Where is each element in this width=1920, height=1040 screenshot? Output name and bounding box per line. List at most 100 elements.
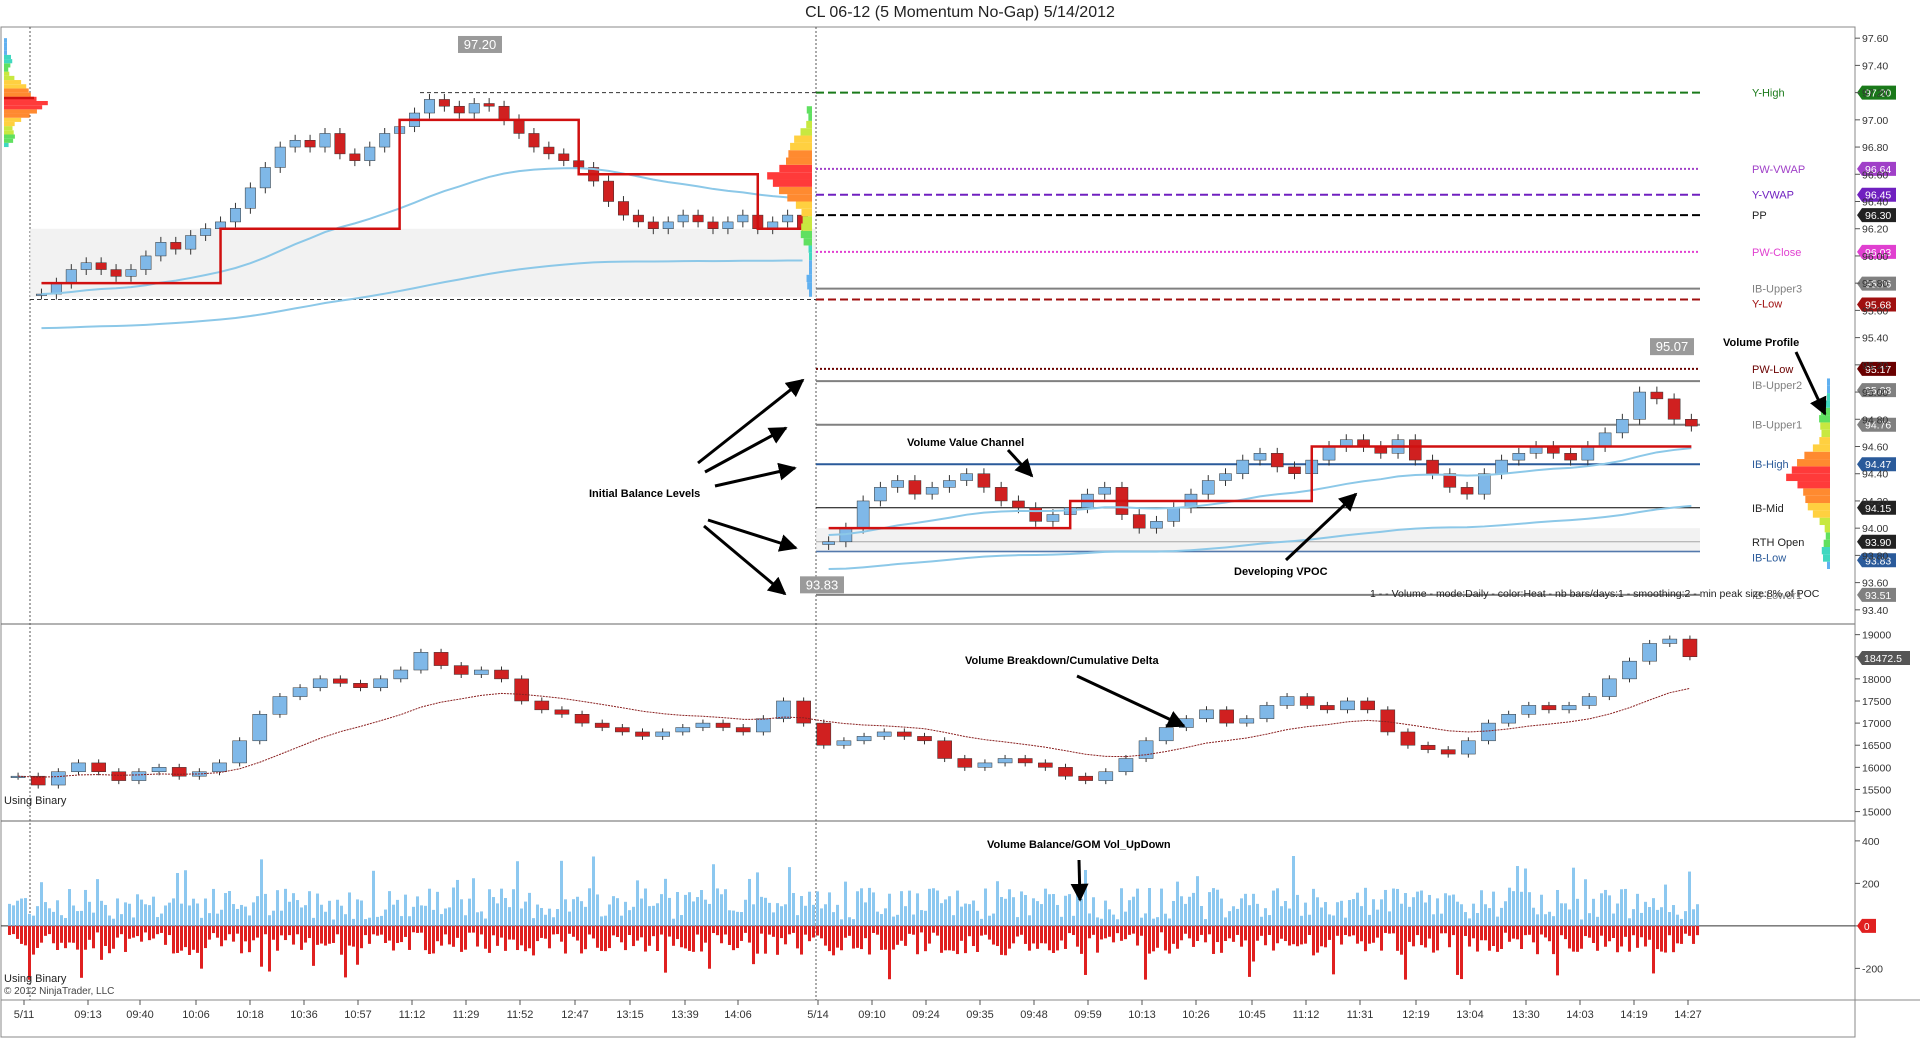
- volume-up-bar: [108, 915, 111, 926]
- volume-up-bar: [1084, 869, 1087, 926]
- volume-up-bar: [1132, 896, 1135, 926]
- volume-up-bar: [1640, 912, 1643, 926]
- delta-candle: [71, 762, 86, 773]
- chart-canvas[interactable]: Y-High 97.20PW-VWAP 96.64Y-VWAP 96.45PP 96.3…: [0, 0, 1920, 1040]
- volume-up-bar: [892, 916, 895, 926]
- volume-up-bar: [840, 919, 843, 926]
- volume-down-bar: [1592, 925, 1595, 943]
- candle-body: [1650, 391, 1664, 400]
- volume-down-bar: [772, 925, 775, 937]
- volume-down-bar: [448, 925, 451, 945]
- arrow-breakdown: [1076, 674, 1186, 728]
- profile-bar-prior: [4, 92, 31, 97]
- volume-up-bar: [1596, 916, 1599, 926]
- volume-up-bar: [1568, 909, 1571, 926]
- volume-down-bar: [1172, 925, 1175, 944]
- volume-down-bar: [1048, 925, 1051, 951]
- volume-up-bar: [612, 896, 615, 926]
- candle-body: [943, 480, 956, 488]
- volume-down-bar: [244, 925, 247, 942]
- volume-up-bar: [1056, 904, 1059, 926]
- volume-up-bar: [1232, 906, 1235, 926]
- volume-up-bar: [1696, 904, 1699, 926]
- volume-up-bar: [1460, 904, 1463, 926]
- candle-body: [1132, 514, 1146, 529]
- volume-down-bar: [1232, 925, 1235, 942]
- volume-down-bar: [512, 925, 515, 940]
- volume-down-bar: [500, 925, 503, 938]
- profile-bar-day1: [808, 113, 812, 121]
- volume-down-bar: [1244, 925, 1247, 941]
- volume-up-bar: [1384, 889, 1387, 926]
- volume-up-bar: [136, 894, 139, 926]
- volume-up-bar: [628, 910, 631, 926]
- volume-down-bar: [1240, 925, 1243, 947]
- volume-down-bar: [1224, 925, 1227, 941]
- volume-down-bar: [392, 925, 395, 951]
- volume-down-bar: [760, 925, 763, 934]
- volume-up-bar: [764, 897, 767, 926]
- volume-down-bar: [1192, 925, 1195, 947]
- time-tick-label: 5/14: [807, 1009, 828, 1021]
- volume-down-bar: [1476, 925, 1479, 952]
- volume-down-bar: [884, 925, 887, 950]
- profile-bar-day2: [1812, 510, 1830, 518]
- price-tick-label: 93.80: [1862, 550, 1888, 562]
- volume-down-bar: [552, 925, 555, 935]
- volume-down-bar: [892, 925, 895, 950]
- volume-down-bar: [408, 925, 411, 950]
- annotation-volume-profile: Volume Profile: [1723, 337, 1799, 349]
- delta-candle: [1360, 700, 1375, 711]
- delta-candle: [1682, 638, 1698, 658]
- volume-down-bar: [956, 925, 959, 955]
- volume-down-bar: [1336, 925, 1339, 936]
- volume-up-bar: [1600, 893, 1603, 926]
- volume-up-bar: [436, 891, 439, 926]
- volume-up-bar: [944, 899, 947, 926]
- volume-down-bar: [1436, 925, 1439, 951]
- volume-up-bar: [556, 909, 559, 926]
- volume-up-bar: [752, 904, 755, 926]
- volume-up-bar: [8, 903, 11, 926]
- volume-down-bar: [816, 925, 819, 936]
- volume-up-bar: [216, 913, 219, 926]
- time-tick-label: 11:31: [1347, 1009, 1374, 1021]
- volume-down-bar: [96, 925, 99, 933]
- candle-body: [498, 105, 510, 121]
- volume-up-bar: [1508, 887, 1511, 926]
- volume-down-bar: [1296, 925, 1299, 947]
- volume-up-bar: [212, 888, 215, 926]
- volume-down-bar: [1636, 925, 1639, 948]
- profile-bar-prior: [4, 126, 13, 131]
- volume-down-bar: [1044, 925, 1047, 944]
- volume-up-bar: [1628, 918, 1631, 926]
- profile-bar-prior: [4, 38, 7, 43]
- candle-body: [259, 167, 271, 189]
- candle-body: [185, 235, 197, 250]
- time-tick-label: 13:39: [671, 1009, 699, 1021]
- volume-down-bar: [1324, 925, 1327, 948]
- volume-up-bar: [596, 894, 599, 926]
- volume-down-bar: [440, 925, 443, 946]
- volume-up-bar: [280, 910, 283, 926]
- volume-down-bar: [1392, 925, 1395, 934]
- volume-up-bar: [104, 904, 107, 926]
- volume-down-bar: [488, 925, 491, 953]
- candle-body: [874, 487, 887, 502]
- profile-bar-day2: [1823, 539, 1830, 548]
- delta-candle: [151, 767, 167, 773]
- volume-down-bar: [232, 925, 235, 942]
- volume-down-bar: [260, 925, 263, 967]
- volume-down-bar: [1600, 925, 1603, 936]
- volume-up-bar: [976, 910, 979, 926]
- profile-bar-prior: [4, 67, 9, 72]
- volume-up-bar: [1608, 895, 1611, 926]
- volume-up-bar: [872, 892, 875, 926]
- volume-up-bar: [172, 898, 175, 926]
- volume-down-bar: [400, 925, 403, 943]
- volume-down-bar: [1488, 925, 1491, 951]
- price-tick-label: 94.80: [1862, 414, 1888, 426]
- volume-up-bar: [568, 911, 571, 926]
- volume-down-bar: [1068, 925, 1071, 934]
- level-label: Y-High: [1752, 88, 1785, 100]
